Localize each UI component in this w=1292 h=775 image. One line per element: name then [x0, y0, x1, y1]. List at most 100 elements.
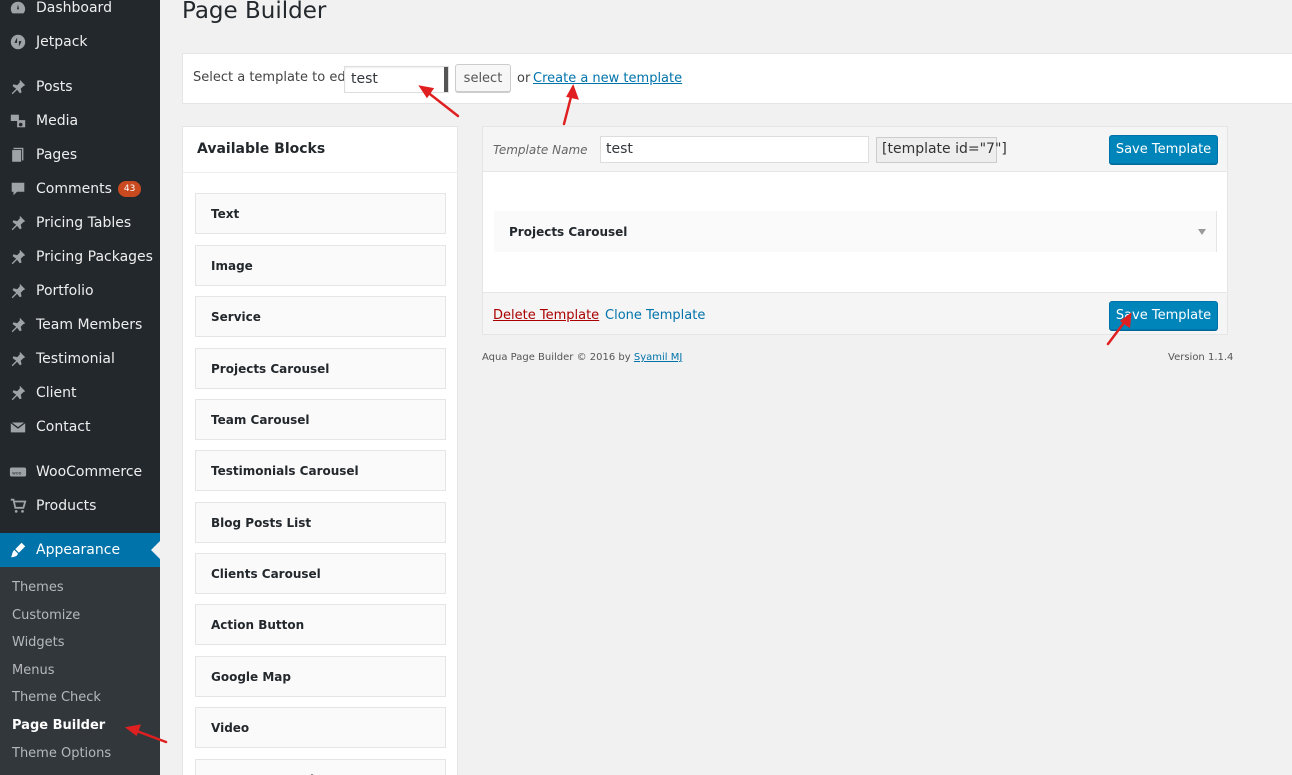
template-name-input[interactable]: test: [600, 136, 869, 163]
comments-count-badge: 43: [117, 181, 142, 197]
block-item-image[interactable]: Image: [195, 245, 446, 286]
submenu-item-menus[interactable]: Menus: [12, 663, 54, 678]
submenu-item-theme-options[interactable]: Theme Options: [12, 746, 111, 761]
template-select-value: test: [351, 71, 378, 87]
or-text: or: [517, 71, 531, 86]
sidebar-item-pricing-packages[interactable]: Pricing Packages: [0, 240, 160, 274]
template-select-bar: Select a template to edit: test select o…: [182, 53, 1292, 104]
template-select[interactable]: test: [344, 66, 449, 93]
save-template-button-top[interactable]: Save Template: [1109, 135, 1218, 164]
sidebar-item-appearance[interactable]: Appearance: [0, 533, 160, 567]
appearance-submenu: Themes Customize Widgets Menus Theme Che…: [0, 567, 160, 775]
select-template-button[interactable]: select: [455, 64, 511, 92]
pages-icon: [0, 146, 36, 164]
select-scrollbar: [444, 67, 448, 92]
pin-icon: [0, 350, 36, 368]
create-new-template-link[interactable]: Create a new template: [533, 71, 682, 86]
jetpack-icon: [0, 33, 36, 51]
block-item-video[interactable]: Video: [195, 707, 446, 748]
brush-icon: [0, 541, 36, 559]
plugin-version: Version 1.1.4: [1168, 352, 1234, 363]
sidebar-item-label: Pages: [36, 147, 78, 163]
block-item-google-map[interactable]: Google Map: [195, 656, 446, 697]
sidebar-item-label: Posts: [36, 79, 73, 95]
pin-icon: [0, 282, 36, 300]
sidebar-item-testimonial[interactable]: Testimonial: [0, 342, 160, 376]
sidebar-item-portfolio[interactable]: Portfolio: [0, 274, 160, 308]
sidebar-item-label: Jetpack: [36, 34, 88, 50]
submenu-item-themes[interactable]: Themes: [12, 580, 64, 595]
pin-icon: [0, 78, 36, 96]
comments-icon: [0, 180, 36, 198]
available-blocks-title: Available Blocks: [197, 141, 326, 157]
sidebar-item-pricing-tables[interactable]: Pricing Tables: [0, 206, 160, 240]
template-editor-panel: Template Name test [template id="7"] Sav…: [482, 126, 1228, 335]
block-item-action-button[interactable]: Action Button: [195, 604, 446, 645]
mail-icon: [0, 418, 36, 436]
template-footer: Delete Template Clone Template Save Temp…: [483, 292, 1227, 334]
block-item-clients-carousel[interactable]: Clients Carousel: [195, 553, 446, 594]
template-block-projects-carousel[interactable]: Projects Carousel: [494, 211, 1217, 252]
sidebar-item-label: Media: [36, 113, 79, 129]
delete-template-link[interactable]: Delete Template: [493, 308, 599, 323]
block-item-testimonials-carousel[interactable]: Testimonials Carousel: [195, 450, 446, 491]
sidebar-item-jetpack[interactable]: Jetpack: [0, 25, 160, 59]
sidebar-item-posts[interactable]: Posts: [0, 70, 160, 104]
submenu-item-theme-check[interactable]: Theme Check: [12, 690, 101, 705]
chevron-down-icon[interactable]: [1198, 229, 1206, 235]
submenu-item-page-builder[interactable]: Page Builder: [12, 718, 105, 733]
template-shortcode: [template id="7"]: [876, 137, 1007, 163]
block-item-team-carousel[interactable]: Team Carousel: [195, 399, 446, 440]
pin-icon: [0, 384, 36, 402]
block-item-projects-carousel[interactable]: Projects Carousel: [195, 348, 446, 389]
sidebar-item-dashboard[interactable]: Dashboard: [0, 0, 160, 25]
template-block-label: Projects Carousel: [509, 224, 628, 239]
sidebar-item-comments[interactable]: Comments 43: [0, 172, 160, 206]
sidebar-item-woocommerce[interactable]: woo WooCommerce: [0, 455, 160, 489]
plugin-credits: Aqua Page Builder © 2016 by Syamil MJ: [482, 352, 682, 363]
block-item-service[interactable]: Service: [195, 296, 446, 337]
sidebar-item-label: Testimonial: [36, 351, 115, 367]
sidebar-item-client[interactable]: Client: [0, 376, 160, 410]
sidebar-item-label: Appearance: [36, 542, 121, 558]
sidebar-item-label: Client: [36, 385, 77, 401]
pin-icon: [0, 316, 36, 334]
divider: [183, 172, 457, 173]
admin-sidebar: Dashboard Jetpack Posts Media Pages Comm…: [0, 0, 160, 775]
block-item-text[interactable]: Text: [195, 193, 446, 234]
clone-template-link[interactable]: Clone Template: [605, 308, 705, 323]
sidebar-item-label: Contact: [36, 419, 91, 435]
svg-text:woo: woo: [12, 471, 21, 476]
sidebar-item-label: Pricing Tables: [36, 215, 132, 231]
sidebar-item-contact[interactable]: Contact: [0, 410, 160, 444]
sidebar-item-label: Comments: [36, 181, 112, 197]
sidebar-item-label: Pricing Packages: [36, 249, 153, 265]
sidebar-item-media[interactable]: Media: [0, 104, 160, 138]
template-name-label: Template Name: [493, 143, 588, 157]
current-menu-pointer: [151, 541, 160, 559]
submenu-item-widgets[interactable]: Widgets: [12, 635, 65, 650]
media-icon: [0, 112, 36, 130]
sidebar-item-label: Dashboard: [36, 0, 112, 16]
pin-icon: [0, 248, 36, 266]
sidebar-item-label: Team Members: [36, 317, 143, 333]
template-header: Template Name test [template id="7"] Sav…: [483, 127, 1227, 172]
sidebar-item-label: WooCommerce: [36, 464, 143, 480]
dashboard-icon: [0, 0, 36, 17]
save-template-button-bottom[interactable]: Save Template: [1109, 301, 1218, 330]
submenu-item-customize[interactable]: Customize: [12, 608, 80, 623]
block-item-route-carousel[interactable]: Route Carousel: [195, 759, 446, 775]
chevron-down-icon: [437, 77, 443, 81]
sidebar-item-label: Products: [36, 498, 97, 514]
woo-icon: woo: [0, 463, 36, 481]
author-link[interactable]: Syamil MJ: [634, 352, 682, 363]
credits-text: Aqua Page Builder © 2016 by: [482, 352, 631, 363]
sidebar-item-team-members[interactable]: Team Members: [0, 308, 160, 342]
page-title: Page Builder: [182, 0, 327, 24]
sidebar-item-label: Portfolio: [36, 283, 94, 299]
block-item-blog-posts-list[interactable]: Blog Posts List: [195, 502, 446, 543]
pin-icon: [0, 214, 36, 232]
sidebar-item-pages[interactable]: Pages: [0, 138, 160, 172]
template-select-label: Select a template to edit:: [193, 70, 359, 85]
sidebar-item-products[interactable]: Products: [0, 489, 160, 523]
